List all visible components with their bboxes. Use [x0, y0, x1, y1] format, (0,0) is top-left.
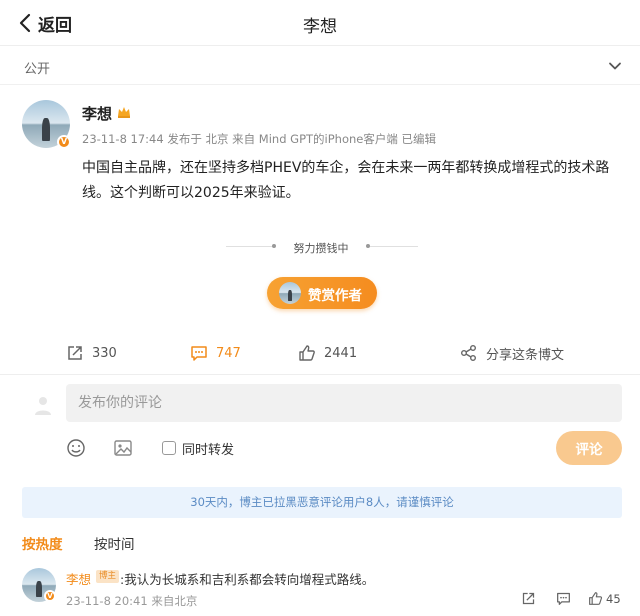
reward-status: 努力攒钱中	[293, 242, 349, 255]
divider	[370, 246, 418, 247]
notice-banner: 30天内，博主已拉黑恶意评论用户8人，请谨慎评论	[22, 487, 622, 518]
top-nav-bar: 返回 李想	[0, 0, 640, 46]
submit-comment-button[interactable]: 评论	[556, 431, 622, 465]
comment-count: 747	[216, 345, 241, 361]
repost-count: 330	[92, 345, 117, 361]
reward-button-label: 赞赏作者	[308, 288, 362, 304]
thumbs-up-icon[interactable]	[588, 591, 603, 606]
repost-button[interactable]: 330	[66, 342, 117, 364]
crown-icon	[118, 107, 130, 118]
repost-icon	[68, 346, 82, 360]
comment-text: :我认为长城系和吉利系都会转向增程式路线。	[120, 572, 375, 587]
post-meta: 23-11-8 17:44 发布于 北京 来自 Mind GPT的iPhone客…	[82, 132, 437, 146]
user-placeholder-icon	[35, 397, 51, 415]
share-icon	[461, 345, 476, 361]
emoji-icon[interactable]	[66, 438, 86, 458]
thumbs-up-icon	[299, 345, 315, 361]
chevron-down-icon	[609, 62, 621, 70]
visibility-label: 公开	[24, 62, 51, 77]
post-content: 中国自主品牌，还在坚持多档PHEV的车企，会在未来一两年都转换成增程式的技术路线…	[82, 160, 610, 201]
also-repost-checkbox[interactable]	[162, 441, 176, 455]
tab-sort-time[interactable]: 按时间	[94, 533, 135, 553]
comment-icon[interactable]	[556, 591, 571, 606]
like-button[interactable]: 2441	[298, 342, 357, 364]
comment-like-count: 45	[606, 592, 621, 606]
divider	[226, 246, 274, 247]
reward-avatar	[279, 282, 301, 304]
blogger-tag: 博主	[96, 570, 120, 583]
image-icon[interactable]	[113, 438, 133, 458]
comment-icon	[191, 346, 207, 361]
author-name[interactable]: 李想	[82, 103, 112, 124]
comment-button[interactable]: 747	[190, 342, 241, 364]
also-repost-label: 同时转发	[182, 443, 235, 458]
tab-sort-hot[interactable]: 按热度	[22, 533, 63, 553]
page-title: 李想	[303, 17, 337, 37]
share-button[interactable]: 分享这条博文	[460, 342, 564, 364]
visibility-selector[interactable]: 公开	[0, 47, 640, 85]
comment-meta: 23-11-8 20:41 来自北京	[66, 594, 198, 608]
comment-input[interactable]	[66, 384, 622, 422]
divider	[0, 374, 640, 375]
repost-icon[interactable]	[521, 591, 536, 606]
comment-author[interactable]: 李想	[66, 569, 91, 588]
verified-badge-icon: V	[44, 590, 56, 602]
share-label: 分享这条博文	[486, 347, 565, 363]
reward-author-button[interactable]: 赞赏作者	[267, 277, 377, 309]
like-count: 2441	[324, 345, 358, 361]
verified-badge-icon: V	[57, 135, 71, 149]
